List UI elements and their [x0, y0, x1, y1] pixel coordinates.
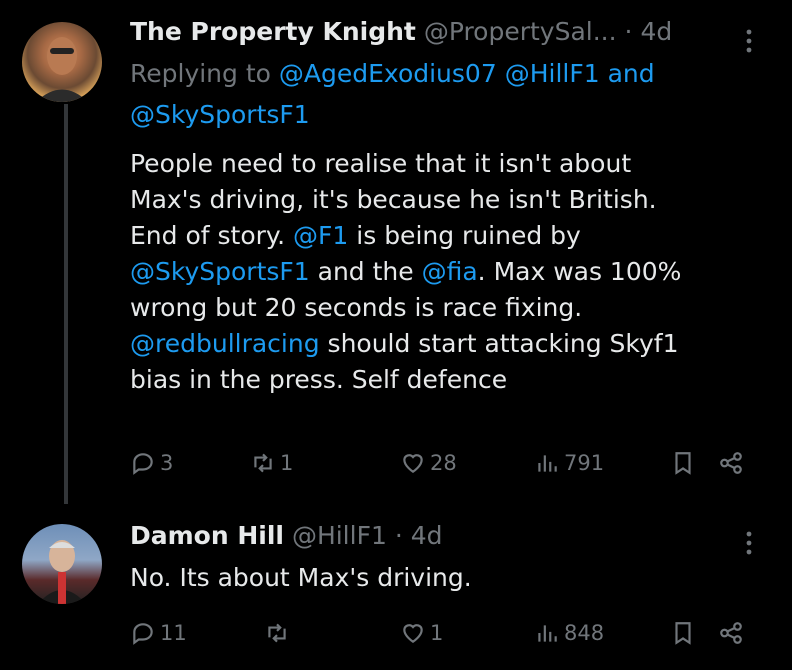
avatar-image [38, 540, 86, 604]
share-button[interactable] [718, 450, 744, 476]
reply-icon [133, 623, 153, 645]
timestamp[interactable]: 4d [640, 17, 672, 46]
share-icon [720, 622, 742, 644]
reply-count: 3 [160, 451, 174, 475]
reply-and: and [607, 59, 655, 88]
like-count: 1 [430, 621, 444, 645]
repost-button[interactable]: 1 [250, 450, 293, 476]
tweet-actions: 11 1 848 [130, 620, 770, 650]
handle[interactable]: @HillF1 [292, 521, 387, 550]
view-count: 848 [564, 621, 605, 645]
avatar-damon-hill[interactable] [22, 524, 102, 604]
body-text: End of story. [130, 221, 294, 250]
mention-redbullracing[interactable]: @redbullracing [130, 329, 320, 358]
display-name[interactable]: The Property Knight [130, 17, 416, 46]
repost-icon [268, 623, 286, 643]
thread-line [64, 104, 68, 504]
body-line: @redbullracing should start attacking Sk… [130, 326, 770, 362]
more-icon[interactable] [744, 530, 754, 556]
reply-icon [133, 453, 153, 475]
reply-button[interactable]: 3 [130, 450, 173, 476]
body-line: Max's driving, it's because he isn't Bri… [130, 185, 657, 214]
bookmark-icon [675, 622, 691, 645]
repost-count: 1 [280, 451, 294, 475]
body-line: bias in the press. Self defence [130, 365, 508, 394]
like-icon [403, 454, 423, 473]
replying-to-line: Replying to @AgedExodius07 @HillF1 and [130, 58, 655, 90]
like-button[interactable]: 1 [400, 620, 443, 646]
more-icon[interactable] [744, 28, 754, 54]
bookmark-icon [675, 452, 691, 475]
mention-skysportsf1[interactable]: @SkySportsF1 [130, 100, 310, 129]
handle[interactable]: @PropertySal... [424, 17, 617, 46]
like-button[interactable]: 28 [400, 450, 457, 476]
repost-button[interactable] [264, 620, 290, 646]
share-icon [720, 452, 742, 474]
views-icon [538, 455, 557, 472]
mention-fia[interactable]: @fia [422, 257, 478, 286]
mention-agedexodius[interactable]: @AgedExodius07 [279, 59, 497, 88]
tweet-body: People need to realise that it isn't abo… [130, 146, 770, 398]
body-line: End of story. @F1 is being ruined by [130, 218, 770, 254]
view-count: 791 [564, 451, 605, 475]
views-button[interactable]: 848 [534, 620, 604, 646]
body-text: and the [309, 257, 422, 286]
tweet-body: No. Its about Max's driving. [130, 560, 770, 596]
like-icon [403, 624, 423, 643]
mention-f1[interactable]: @F1 [293, 221, 348, 250]
avatar-property-knight[interactable] [22, 22, 102, 102]
tweet-header: Damon Hill @HillF1 · 4d [130, 520, 443, 552]
replying-to-line-2: @SkySportsF1 [130, 99, 310, 131]
views-button[interactable]: 791 [534, 450, 604, 476]
body-line: wrong but 20 seconds is race fixing. [130, 293, 583, 322]
separator: · [394, 521, 403, 550]
reply-count: 11 [160, 621, 187, 645]
body-line: @SkySportsF1 and the @fia. Max was 100% [130, 254, 770, 290]
bookmark-button[interactable] [670, 620, 696, 646]
body-line: No. Its about Max's driving. [130, 563, 472, 592]
timestamp[interactable]: 4d [411, 521, 443, 550]
body-line: People need to realise that it isn't abo… [130, 149, 632, 178]
mention-skysportsf1-body[interactable]: @SkySportsF1 [130, 257, 310, 286]
share-button[interactable] [718, 620, 744, 646]
replying-label: Replying to [130, 59, 271, 88]
reply-button[interactable]: 11 [130, 620, 187, 646]
body-text: should start attacking Skyf1 [319, 329, 679, 358]
bookmark-button[interactable] [670, 450, 696, 476]
body-text: . Max was 100% [477, 257, 682, 286]
repost-icon [254, 453, 272, 473]
tweet-actions: 3 1 28 791 [130, 450, 770, 480]
tweet-header: The Property Knight @PropertySal... · 4d [130, 16, 672, 48]
views-icon [538, 625, 557, 642]
body-text: is being ruined by [348, 221, 581, 250]
display-name[interactable]: Damon Hill [130, 521, 284, 550]
separator: · [624, 17, 633, 46]
avatar-image [36, 37, 88, 102]
like-count: 28 [430, 451, 457, 475]
mention-hillf1[interactable]: @HillF1 [505, 59, 600, 88]
